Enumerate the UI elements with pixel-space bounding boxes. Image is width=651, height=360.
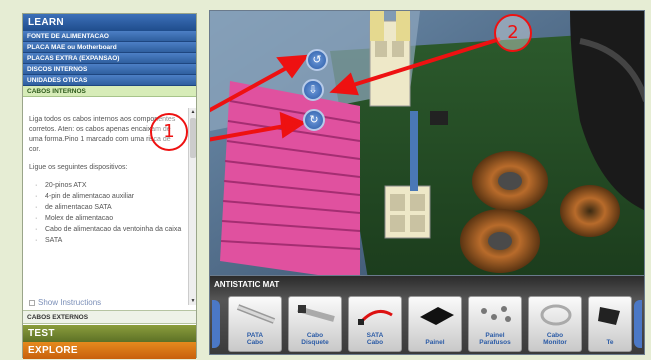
test-header[interactable]: TEST — [23, 325, 196, 342]
sidebar-item-placas-extra[interactable]: PLACAS EXTRA (EXPANSAO) — [23, 53, 196, 64]
floppy-cable-icon — [297, 305, 335, 322]
tray-next-button[interactable] — [634, 300, 642, 348]
tile-partial[interactable]: Te — [588, 296, 632, 352]
list-item: Molex de alimentacao — [35, 214, 182, 224]
tile-painel-parafusos[interactable]: Painel Parafusos — [468, 296, 522, 352]
explore-header[interactable]: EXPLORE — [23, 342, 196, 359]
tile-label-1: SATA — [366, 332, 384, 339]
atx-connector — [369, 11, 411, 107]
rotate-right-control[interactable]: ↻ — [303, 109, 325, 131]
tile-pata-cabo[interactable]: PATA Cabo — [228, 296, 282, 352]
left-panel: LEARN FONTE DE ALIMENTACAO PLACA MAE ou … — [22, 13, 197, 359]
monitor-cable-icon — [540, 304, 572, 326]
tile-cabo-disquete[interactable]: Cabo Disquete — [288, 296, 342, 352]
sidebar-item-discos[interactable]: DISCOS INTERNOS — [23, 64, 196, 75]
list-item: 20-pinos ATX — [35, 181, 182, 191]
show-instructions-toggle[interactable]: Show Instructions — [29, 298, 101, 307]
checkbox-icon[interactable] — [29, 299, 35, 306]
sidebar-item-placa-mae[interactable]: PLACA MAE ou Motherboard — [23, 42, 196, 53]
rotate-left-control[interactable]: ↺ — [306, 49, 328, 71]
tile-label-2: Painel — [425, 339, 445, 346]
list-item: de alimentacao SATA — [35, 203, 182, 213]
tile-label-2: Parafusos — [479, 339, 511, 346]
motherboard-scene — [210, 11, 644, 289]
tile-sata-cabo[interactable]: SATA Cabo — [348, 296, 402, 352]
aux-connector — [384, 185, 431, 239]
sidebar-item-unidades[interactable]: UNIDADES OTICAS — [23, 75, 196, 86]
zoom-out-control[interactable]: ⇩ — [302, 79, 324, 101]
item-icon — [598, 307, 620, 325]
tile-label-2: Disquete — [301, 339, 329, 346]
show-instructions-label: Show Instructions — [38, 298, 102, 307]
tile-label-1: Painel — [485, 332, 505, 339]
tray-prev-button[interactable] — [212, 300, 220, 348]
tile-label-1: Cabo — [546, 332, 564, 339]
device-list: 20-pinos ATX 4-pin de alimentacao auxili… — [35, 181, 182, 246]
instructions-scrollbar[interactable]: ▲ ▼ — [188, 108, 196, 305]
tile-cabo-monitor[interactable]: Cabo Monitor — [528, 296, 582, 352]
sidebar-item-cabos-internos[interactable]: CABOS INTERNOS — [23, 86, 196, 97]
sata-cable-icon — [358, 309, 393, 325]
list-item: 4-pin de alimentacao auxiliar — [35, 192, 182, 202]
tile-label-2: Cabo — [246, 339, 264, 346]
scroll-down-icon[interactable]: ▼ — [189, 297, 197, 305]
list-item: SATA — [35, 236, 182, 246]
annotation-circle-1: 1 — [150, 113, 188, 151]
sidebar-item-fonte[interactable]: FONTE DE ALIMENTACAO — [23, 31, 196, 42]
scroll-up-icon[interactable]: ▲ — [189, 108, 197, 116]
tile-label-2: Cabo — [366, 339, 384, 346]
tile-label-2: Monitor — [543, 339, 567, 346]
tray-label: ANTISTATIC MAT — [214, 280, 280, 289]
component-tray: ANTISTATIC MAT PATA Cabo Cabo Disquete SAT… — [209, 275, 645, 355]
annotation-circle-2: 2 — [494, 14, 532, 52]
instructions-subheading: Ligue os seguintes dispositivos: — [29, 164, 128, 171]
sidebar-item-cabos-externos[interactable]: CABOS EXTERNOS — [23, 310, 196, 324]
learn-header[interactable]: LEARN — [23, 14, 196, 31]
pata-cable-icon — [236, 304, 276, 324]
panel-icon — [420, 307, 454, 325]
list-item: Cabo de alimentacao da ventoinha da caix… — [35, 225, 182, 235]
tile-label-1: Cabo — [306, 332, 324, 339]
app-frame: LEARN FONTE DE ALIMENTACAO PLACA MAE ou … — [0, 0, 651, 360]
tile-painel[interactable]: Painel — [408, 296, 462, 352]
scroll-thumb[interactable] — [190, 118, 196, 158]
tile-label-2: Te — [606, 339, 614, 346]
3d-viewport[interactable]: ↺ ⇩ ↻ — [209, 10, 645, 290]
tile-label-1: PATA — [246, 332, 264, 339]
heatsink — [220, 81, 361, 281]
screws-icon — [481, 306, 511, 322]
